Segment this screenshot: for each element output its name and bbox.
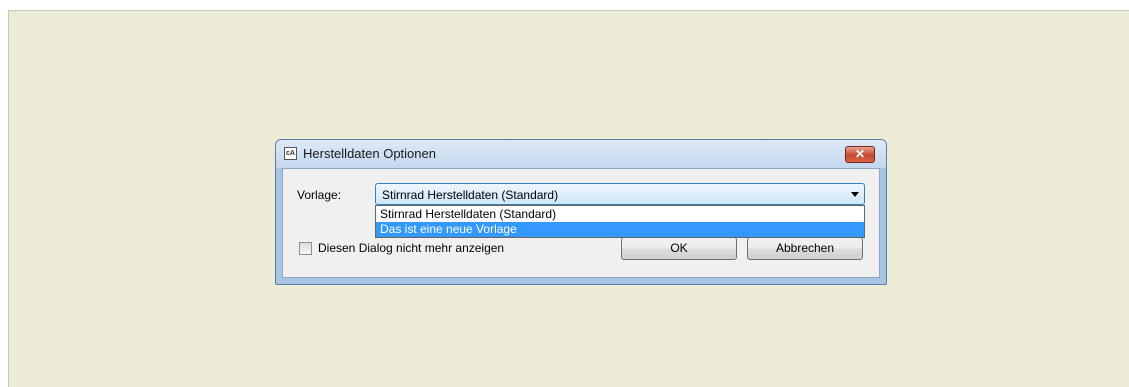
dropdown-option-standard[interactable]: Stirnrad Herstelldaten (Standard) [376, 207, 864, 222]
template-dropdown-list: Stirnrad Herstelldaten (Standard) Das is… [375, 205, 865, 238]
options-dialog: cA Herstelldaten Optionen ✕ Vorlage: Sti… [275, 139, 887, 285]
cancel-button[interactable]: Abbrechen [747, 237, 863, 260]
app-icon: cA [284, 147, 297, 160]
dont-show-again-label[interactable]: Diesen Dialog nicht mehr anzeigen [318, 241, 504, 255]
dialog-content: Vorlage: Stirnrad Herstelldaten (Standar… [282, 168, 880, 278]
template-select[interactable]: Stirnrad Herstelldaten (Standard) [375, 183, 865, 205]
template-select-value: Stirnrad Herstelldaten (Standard) [382, 188, 559, 202]
dropdown-option-new-template[interactable]: Das ist eine neue Vorlage [376, 222, 864, 237]
ok-button[interactable]: OK [621, 237, 737, 260]
app-canvas: cA Herstelldaten Optionen ✕ Vorlage: Sti… [8, 10, 1129, 387]
dont-show-again-checkbox[interactable] [299, 242, 312, 255]
close-button[interactable]: ✕ [845, 146, 875, 163]
chevron-down-icon[interactable] [851, 192, 859, 197]
template-label: Vorlage: [297, 188, 342, 202]
dialog-title: Herstelldaten Optionen [303, 146, 436, 161]
dialog-titlebar[interactable]: cA Herstelldaten Optionen ✕ [276, 140, 886, 168]
